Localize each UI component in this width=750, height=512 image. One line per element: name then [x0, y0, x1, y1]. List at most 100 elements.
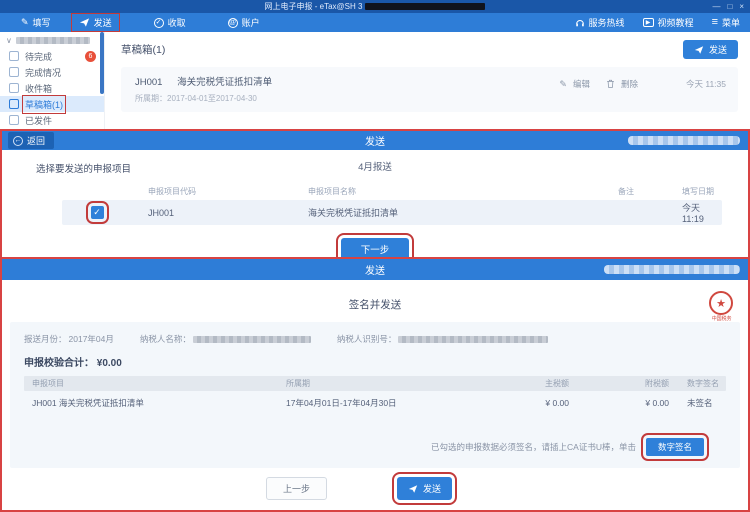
redacted-taxpayer-id [398, 336, 548, 343]
circle-check-icon: ✓ [154, 18, 164, 28]
sign-send-panel: 报送月份：2017年04月 纳税人名称： 纳税人识别号： 申报校验合计： ¥0.… [10, 322, 740, 468]
seal-text: 中国税务 [712, 315, 731, 322]
col-main-tax: 主税额 [474, 378, 569, 389]
row-main-tax: ¥ 0.00 [474, 398, 569, 408]
sidebar: ∨ 待完成 6 完成情况 收件箱 草稿箱(1) [0, 32, 105, 129]
china-tax-seal: ★ 中国税务 [706, 291, 736, 326]
drafts-panel: 草稿箱(1) 发送 JH001 海关完税凭证抵扣清单 所属期：2017-04-0… [105, 32, 750, 129]
row-period: 17年04月01日-17年04月30日 [284, 397, 474, 409]
status-icon [9, 67, 19, 77]
draft-name: 海关完税凭证抵扣清单 [177, 77, 272, 88]
drafts-icon [9, 99, 19, 109]
final-send-button[interactable]: 发送 [397, 477, 452, 500]
nav-tab-account[interactable]: @ 账户 [221, 14, 267, 31]
verification-total: 申报校验合计： ¥0.00 [24, 354, 726, 369]
nav-tab-label: 账户 [242, 16, 260, 29]
video-icon: ▶ [643, 18, 654, 27]
nav-tab-receive[interactable]: ✓ 收取 [147, 14, 193, 31]
back-button-label: 返回 [27, 134, 45, 147]
row-sign-status: 未签名 [669, 397, 726, 409]
back-button[interactable]: ← 返回 [8, 132, 54, 149]
paper-plane-icon [408, 484, 418, 494]
col-remark: 备注 [602, 186, 682, 197]
col-period: 所属期 [284, 378, 474, 389]
previous-step-button[interactable]: 上一步 [266, 477, 327, 500]
declaration-table-row[interactable]: ✓ JH001 海关完税凭证抵扣清单 今天 11:19 [62, 200, 722, 225]
nav-tab-label: 填写 [33, 16, 51, 29]
nav-tab-send[interactable]: 发送 [72, 14, 119, 31]
delete-button[interactable]: 删除 [621, 78, 638, 90]
nav-tab-label: 发送 [94, 16, 112, 29]
sidebar-scrollbar[interactable] [100, 32, 104, 94]
title-bar: 网上电子申报 - eTax@SH 3 — □ × [0, 0, 750, 13]
sign-send-title: 签名并发送 [2, 297, 748, 312]
sidebar-item-status[interactable]: 完成情况 [0, 64, 104, 80]
send-header-bar: 发送 ← 返回 [2, 131, 748, 150]
redacted-text [604, 265, 740, 274]
col-item: 申报项目 [24, 378, 284, 389]
sign-send-section: 发送 签名并发送 ★ 中国税务 报送月份：2017年04月 纳税人名称： 纳税人… [0, 259, 750, 512]
col-attach-tax: 附税额 [569, 378, 669, 389]
redacted-taxpayer-name [16, 37, 90, 44]
menu-label: 菜单 [722, 16, 740, 29]
maximize-button[interactable]: □ [727, 1, 732, 12]
draft-code: JH001 [135, 77, 162, 88]
nav-tab-fill[interactable]: ✎ 填写 [14, 14, 58, 31]
sidebar-item-sent[interactable]: 已发件 [0, 112, 104, 128]
video-tutorial-button[interactable]: ▶ 视频教程 [643, 16, 694, 29]
send-select-section: 发送 ← 返回 选择要发送的申报项目 4月报送 申报项目代码 申报项目名称 备注… [0, 131, 750, 257]
main-nav-bar: ✎ 填写 发送 ✓ 收取 @ 账户 服务热线 ▶ [0, 13, 750, 32]
sidebar-item-todo[interactable]: 待完成 6 [0, 48, 104, 64]
sidebar-item-label: 完成情况 [25, 66, 61, 79]
menu-button[interactable]: ≡ 菜单 [712, 16, 740, 29]
close-button[interactable]: × [739, 1, 744, 12]
draft-timestamp: 今天 11:35 [686, 78, 726, 90]
compose-icon: ✎ [21, 18, 29, 27]
col-name: 申报项目名称 [292, 186, 602, 197]
sidebar-company-row[interactable]: ∨ [0, 32, 104, 48]
sidebar-item-label: 收件箱 [25, 82, 52, 95]
taxpayer-name: 纳税人名称： [140, 333, 311, 345]
check-icon: ✓ [93, 207, 101, 218]
sidebar-item-drafts[interactable]: 草稿箱(1) [0, 96, 104, 112]
ca-note-text: 已勾选的申报数据必须签名，请插上CA证书U棒，单击 [431, 441, 636, 453]
hamburger-menu-icon: ≡ [712, 18, 718, 27]
account-icon: @ [228, 18, 238, 28]
paper-plane-icon [694, 45, 704, 55]
headset-icon [575, 18, 585, 28]
row-item: JH001 海关完税凭证抵扣清单 [24, 397, 284, 409]
declaration-checkbox[interactable]: ✓ [91, 206, 104, 219]
declaration-table-header: 申报项目代码 申报项目名称 备注 填写日期 [62, 183, 722, 200]
sidebar-item-inbox[interactable]: 收件箱 [0, 80, 104, 96]
sign-table: 申报项目 所属期 主税额 附税额 数字签名 JH001 海关完税凭证抵扣清单 1… [24, 376, 726, 415]
redacted-company-name [365, 3, 485, 10]
tutorial-label: 视频教程 [658, 16, 694, 29]
window-title-text: 网上电子申报 - eTax@SH 3 [265, 1, 363, 12]
sidebar-item-label: 待完成 [25, 50, 52, 63]
row-date: 今天 11:19 [682, 201, 722, 224]
col-code: 申报项目代码 [132, 186, 292, 197]
col-signature: 数字签名 [669, 378, 726, 389]
minimize-button[interactable]: — [712, 1, 720, 12]
digital-sign-button[interactable]: 数字签名 [646, 438, 704, 456]
todo-count-badge: 6 [85, 51, 96, 62]
chevron-down-icon: ∨ [6, 36, 12, 45]
edit-button[interactable]: 编辑 [573, 78, 590, 90]
redacted-text [628, 136, 740, 145]
drafts-send-button[interactable]: 发送 [683, 40, 738, 59]
seal-star-icon: ★ [716, 297, 726, 310]
main-window-section: 网上电子申报 - eTax@SH 3 — □ × ✎ 填写 发送 ✓ 收取 [0, 0, 750, 129]
service-hotline-button[interactable]: 服务热线 [575, 16, 625, 29]
draft-period: 所属期：2017-04-01至2017-04-30 [135, 93, 272, 104]
sent-icon [9, 115, 19, 125]
sign-table-header: 申报项目 所属期 主税额 附税额 数字签名 [24, 376, 726, 391]
window-title: 网上电子申报 - eTax@SH 3 [265, 1, 486, 12]
draft-list-item[interactable]: JH001 海关完税凭证抵扣清单 所属期：2017-04-01至2017-04-… [121, 67, 738, 112]
sidebar-item-label: 已发件 [25, 114, 52, 127]
inbox-icon [9, 83, 19, 93]
taxpayer-id: 纳税人识别号： [337, 333, 549, 345]
period-title: 4月报送 [2, 159, 748, 173]
sidebar-item-label: 草稿箱(1) [25, 98, 63, 111]
paper-plane-icon [79, 17, 90, 28]
col-date: 填写日期 [682, 186, 722, 197]
